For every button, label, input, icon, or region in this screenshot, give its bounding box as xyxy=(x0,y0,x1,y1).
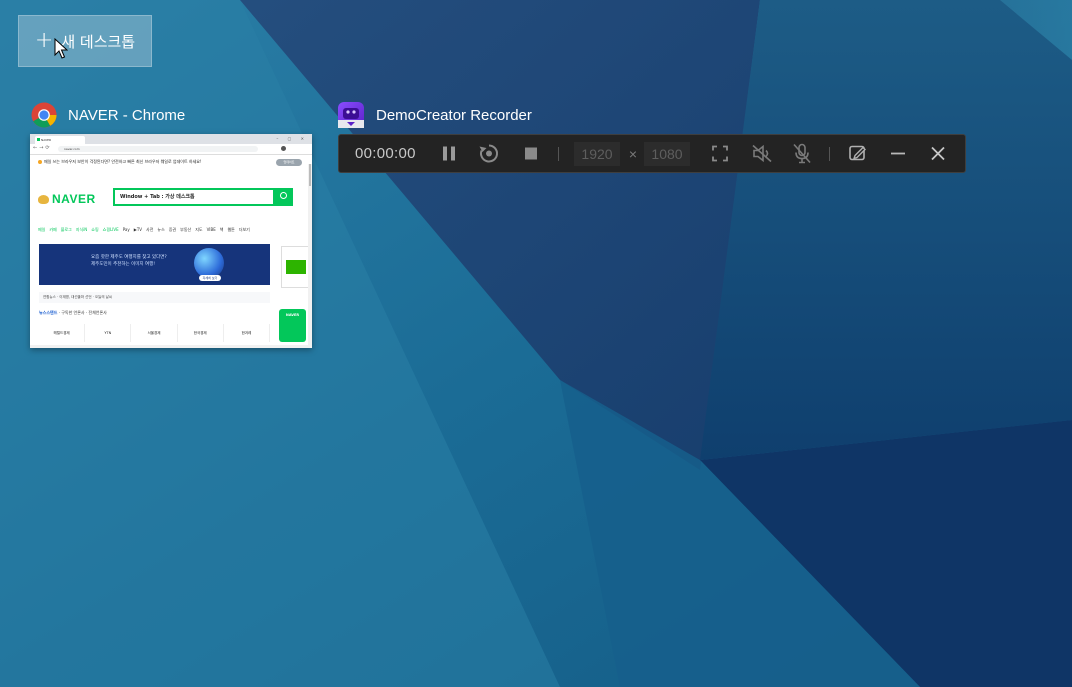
thumb-nav-icons: ←→⟳ xyxy=(33,145,52,151)
thumb-window-controls: – ▢ ✕ xyxy=(276,136,308,141)
thumb-banner-text: 요즘 핫한 제주도 여행지를 찾고 있다면? 제주도민이 추천하는 이미지 여행… xyxy=(91,255,167,267)
thumb-newsstand: 뉴스스탠드 · 구독한 언론사 · 전체언론사 xyxy=(39,310,107,315)
thumb-menu-item: ▶TV xyxy=(133,227,143,232)
speaker-muted-icon[interactable] xyxy=(751,135,773,172)
democreator-icon xyxy=(338,102,364,128)
thumb-news-outlet: 한국경제 xyxy=(178,324,224,342)
thumb-menu-item: 지식iN xyxy=(75,227,88,232)
width-field[interactable]: 1920 xyxy=(574,142,620,166)
thumb-scrollbar xyxy=(308,164,312,348)
mouse-cursor-icon xyxy=(54,38,68,59)
thumb-address-bar: ←→⟳ naver.com xyxy=(30,144,312,155)
thumb-menu-item: 쇼핑 xyxy=(91,227,99,232)
thumb-news-outlet: 한겨레 xyxy=(224,324,271,342)
plus-icon: + xyxy=(34,28,54,53)
thumb-menu-item: Pay xyxy=(122,227,130,232)
chrome-window-thumbnail[interactable]: NAVER – ▢ ✕ ←→⟳ naver.com 매일 쓰는 브라우저 보안이… xyxy=(30,134,312,348)
screen-draw-icon[interactable] xyxy=(848,135,868,172)
height-field[interactable]: 1080 xyxy=(644,142,690,166)
window-title-chrome[interactable]: NAVER - Chrome xyxy=(31,102,185,128)
new-desktop-label: 새 데스크톱 xyxy=(61,32,136,51)
democreator-recorder-bar[interactable]: 00:00:00 1920 × 1080 xyxy=(338,134,966,173)
thumb-news-outlet: 서울경제 xyxy=(131,324,178,342)
thumb-banner-graphic xyxy=(194,248,224,278)
separator xyxy=(558,147,559,161)
minimize-icon[interactable] xyxy=(890,135,906,172)
thumb-menu-item: 뉴스 xyxy=(157,227,165,232)
pause-icon[interactable] xyxy=(440,135,458,172)
thumb-side-card: NAVER xyxy=(279,309,306,342)
thumb-login-box xyxy=(281,246,310,288)
thumb-notice-text: 매일 쓰는 브라우저 보안이 걱정된다면? 안전하고 빠른 최신 브라우저 웨일… xyxy=(44,159,202,164)
close-icon[interactable] xyxy=(930,135,946,172)
window-title-democreator[interactable]: DemoCreator Recorder xyxy=(337,101,532,129)
thumb-naver-logo: NAVER xyxy=(38,192,96,206)
thumb-avatar-icon xyxy=(281,146,286,151)
naver-whale-icon xyxy=(38,195,49,204)
thumb-notice: 매일 쓰는 브라우저 보안이 걱정된다면? 안전하고 빠른 최신 브라우저 웨일… xyxy=(30,155,312,169)
thumb-banner-button: 자세히 보기 xyxy=(199,275,221,281)
thumb-menu-item: 블로그 xyxy=(60,227,72,232)
democreator-window-title: DemoCreator Recorder xyxy=(376,106,532,124)
thumb-menu-item: 더보기 xyxy=(238,227,250,232)
thumb-menu-item: 지도 xyxy=(195,227,203,232)
thumb-menu-item: 메일 xyxy=(38,227,46,232)
thumb-banner: 요즘 핫한 제주도 여행지를 찾고 있다면? 제주도민이 추천하는 이미지 여행… xyxy=(39,244,270,285)
microphone-muted-icon[interactable] xyxy=(792,135,812,172)
restart-icon[interactable] xyxy=(478,135,500,172)
times-sign: × xyxy=(628,145,638,162)
thumb-menu-item: 쇼핑LIVE xyxy=(102,227,119,232)
thumb-weather-bar: 연합뉴스 · 이재명, 대선출마 선언 · 오늘의 날씨 xyxy=(39,292,270,303)
thumb-menu-item: 웹툰 xyxy=(227,227,235,232)
thumb-update-button: 업데이트 xyxy=(276,159,302,166)
thumb-menu-item: 카페 xyxy=(49,227,57,232)
thumb-tab-bar: NAVER – ▢ ✕ xyxy=(30,134,312,144)
stop-icon[interactable] xyxy=(523,135,539,172)
thumb-search-icon xyxy=(275,188,293,206)
recording-timer: 00:00:00 xyxy=(355,145,416,162)
thumb-news-outlets: 헤럴드경제 YTN 서울경제 한국경제 한겨레 xyxy=(39,324,271,342)
thumb-menu-item: VIBE xyxy=(206,227,216,232)
thumb-menu-item: 책 xyxy=(219,227,224,232)
thumb-menu-item: 증권 xyxy=(168,227,177,232)
thumb-menu-item: 사전 xyxy=(146,227,154,232)
thumb-news-outlet: YTN xyxy=(85,324,132,342)
thumb-search-box: Window + Tab : 가상 데스크톱 xyxy=(113,188,275,206)
thumb-search-area: NAVER Window + Tab : 가상 데스크톱 xyxy=(38,188,298,208)
thumb-service-menu: 메일 카페 블로그 지식iN 쇼핑 쇼핑LIVE Pay ▶TV 사전 뉴스 증권 부동산 지도 VIBE… xyxy=(38,227,308,233)
chrome-window-title: NAVER - Chrome xyxy=(68,106,186,124)
thumb-menu-item: 부동산 xyxy=(180,227,192,232)
new-desktop-button[interactable]: + 새 데스크톱 xyxy=(18,15,152,67)
thumb-tab: NAVER xyxy=(35,136,85,144)
thumb-hscrollbar xyxy=(30,345,308,348)
thumb-news-outlet: 헤럴드경제 xyxy=(39,324,86,342)
fullscreen-icon[interactable] xyxy=(711,135,729,172)
separator xyxy=(829,147,830,161)
thumb-url: naver.com xyxy=(58,146,258,152)
chrome-icon xyxy=(31,102,57,128)
